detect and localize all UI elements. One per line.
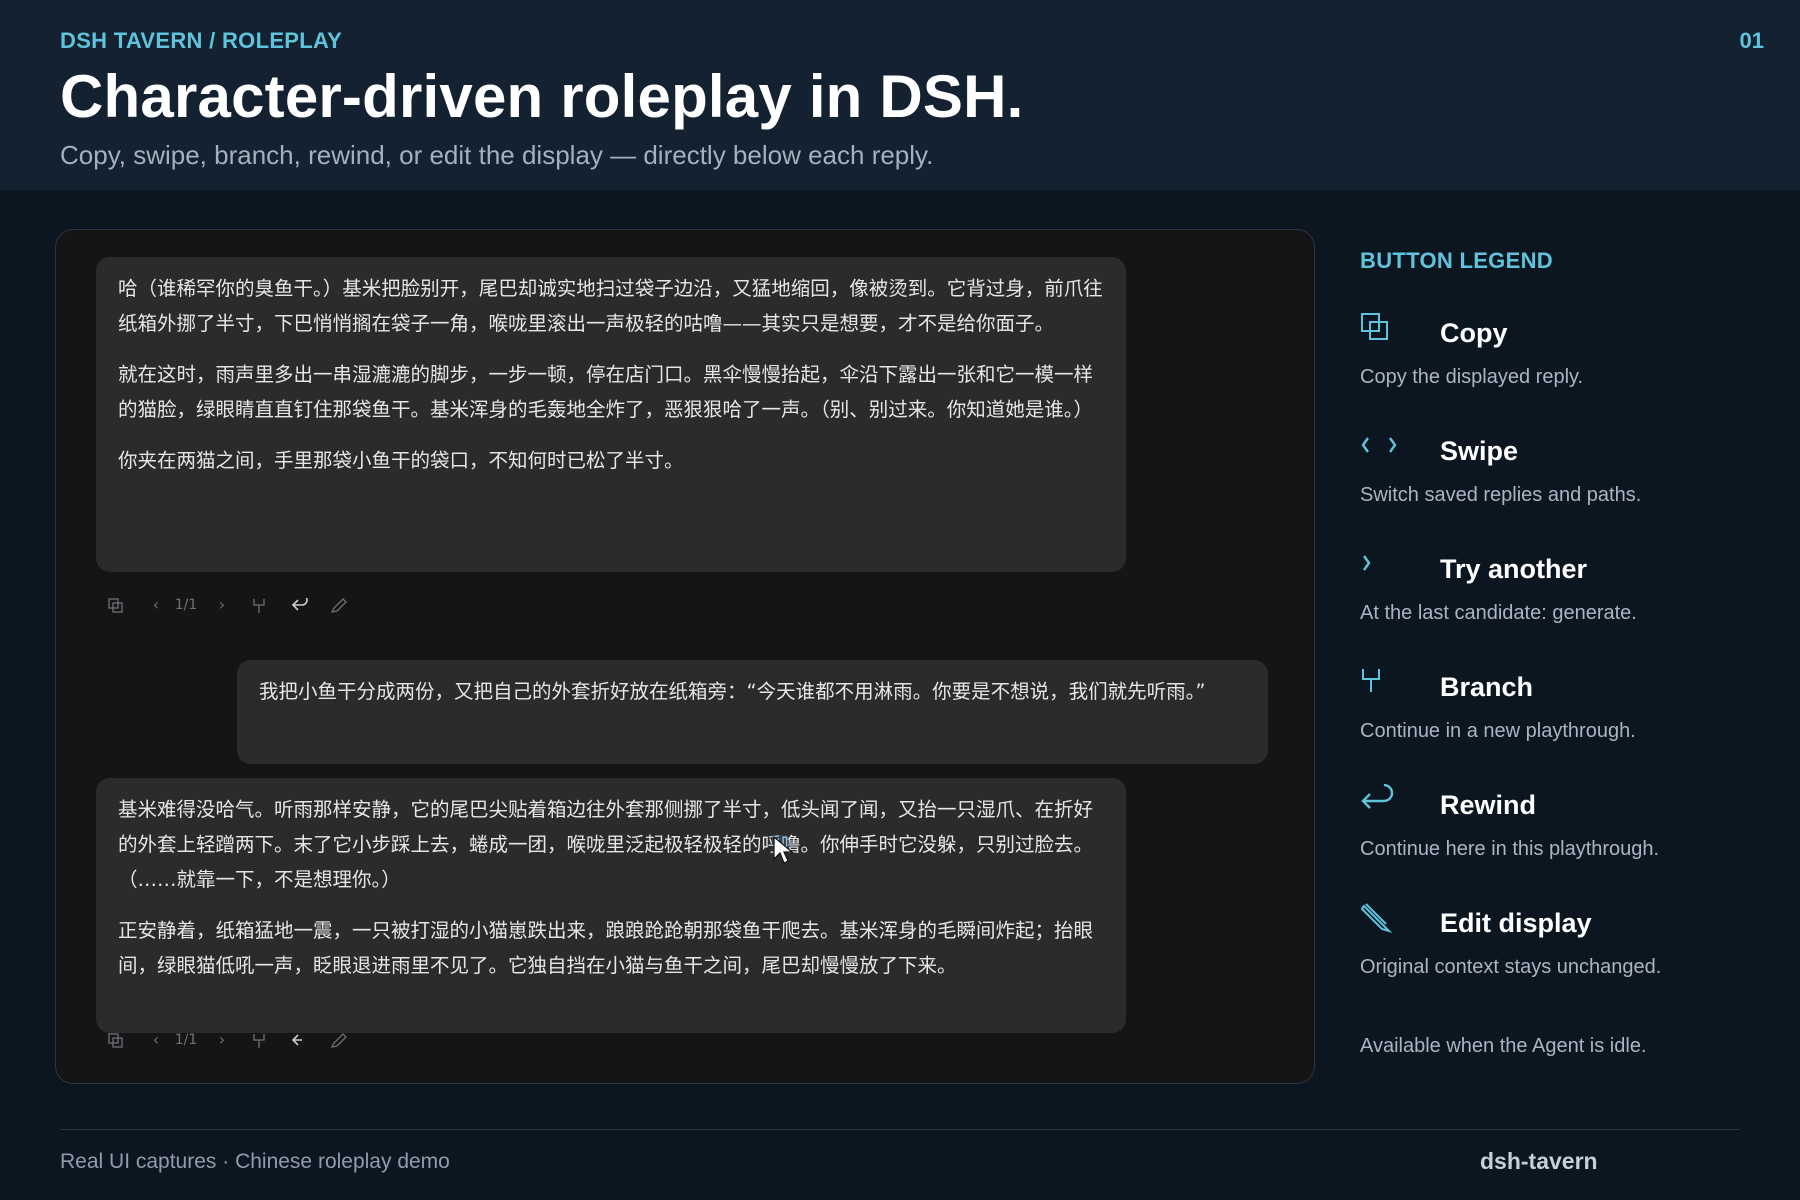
branch-icon[interactable] [249,1025,269,1055]
message-paragraph: 你夹在两猫之间，手里那袋小鱼干的袋口，不知何时已松了半寸。 [118,449,684,472]
copy-icon[interactable] [106,590,126,620]
legend-item-rewind: Rewind Continue here in this playthrough… [1360,783,1760,884]
message-paragraph: 哈（谁稀罕你的臭鱼干。）基米把脸别开，尾巴却诚实地扫过袋子边沿，又猛地缩回，像被… [118,277,1103,335]
chevron-right-icon[interactable]: › [212,1025,232,1055]
copy-icon[interactable] [106,1025,126,1055]
page-subtitle: Copy, swipe, branch, rewind, or edit the… [60,140,934,170]
message-paragraph: 就在这时，雨声里多出一串湿漉漉的脚步，一步一顿，停在店门口。黑伞慢慢抬起，伞沿下… [118,363,1094,421]
swipe-icon [1360,430,1397,464]
legend-label: Swipe [1440,436,1519,466]
legend-label: Copy [1440,318,1508,348]
branch-icon [1360,666,1394,700]
rewind-icon [1360,783,1394,818]
chevron-right-icon [1360,548,1394,582]
legend-desc: Copy the displayed reply. [1360,366,1584,388]
rewind-icon[interactable] [289,590,311,620]
legend-title: BUTTON LEGEND [1360,248,1553,273]
page-title: Character-driven roleplay in DSH. [60,63,1024,130]
legend-label: Branch [1440,672,1534,702]
footer-brand: dsh-tavern [1480,1148,1598,1174]
legend-label: Try another [1440,554,1588,584]
breadcrumb: DSH TAVERN / ROLEPLAY [60,28,343,53]
legend-desc: Original context stays unchanged. [1360,956,1662,978]
rewind-icon[interactable] [289,1025,311,1055]
chevron-right-icon[interactable]: › [212,590,232,620]
pencil-icon[interactable] [328,1025,350,1055]
legend-item-try-another: Try another At the last candidate: gener… [1360,548,1760,648]
legend-desc: At the last candidate: generate. [1360,602,1637,624]
footer-caption: Real UI captures · Chinese roleplay demo [60,1150,450,1173]
page-header: DSH TAVERN / ROLEPLAY 01 Character-drive… [0,0,1800,190]
message-paragraph: 正安静着，纸箱猛地一震，一只被打湿的小猫崽跌出来，踉踉跄跄朝那袋鱼干爬去。基米浑… [118,919,1094,977]
legend-item-copy: Copy Copy the displayed reply. [1360,312,1760,412]
legend-item-edit-display: Edit display Original context stays unch… [1360,902,1760,1002]
message-action-bar: ‹ 1/1 › [106,590,406,620]
swipe-counter: 1/1 [174,1032,198,1048]
message-paragraph: 基米难得没哈气。听雨那样安静，它的尾巴尖贴着箱边往外套那侧挪了半寸，低头闻了闻，… [118,798,1094,891]
chevron-left-icon[interactable]: ‹ [146,590,166,620]
swipe-counter: 1/1 [174,597,198,613]
character-message: 基米难得没哈气。听雨那样安静，它的尾巴尖贴着箱边往外套那侧挪了半寸，低头闻了闻，… [96,778,1126,1033]
pencil-icon[interactable] [328,590,350,620]
footer-divider [60,1129,1740,1130]
character-message: 哈（谁稀罕你的臭鱼干。）基米把脸别开，尾巴却诚实地扫过袋子边沿，又猛地缩回，像被… [96,257,1126,572]
legend-item-swipe: Swipe Switch saved replies and paths. [1360,430,1760,530]
legend-desc: Switch saved replies and paths. [1360,484,1642,506]
legend-desc: Continue in a new playthrough. [1360,720,1636,742]
message-action-bar: ‹ 1/1 › [106,1025,406,1055]
legend-label: Rewind [1440,790,1537,820]
copy-icon [1360,312,1394,346]
legend-item-branch: Branch Continue in a new playthrough. [1360,666,1760,766]
page-number: 01 [1739,28,1764,53]
message-paragraph: 我把小鱼干分成两份，又把自己的外套折好放在纸箱旁：“今天谁都不用淋雨。你要是不想… [259,680,1206,703]
chevron-left-icon[interactable]: ‹ [146,1025,166,1055]
legend-note: Available when the Agent is idle. [1360,1035,1647,1057]
user-message: 我把小鱼干分成两份，又把自己的外套折好放在纸箱旁：“今天谁都不用淋雨。你要是不想… [237,660,1268,764]
chat-panel: 哈（谁稀罕你的臭鱼干。）基米把脸别开，尾巴却诚实地扫过袋子边沿，又猛地缩回，像被… [55,229,1315,1084]
pencil-icon [1360,902,1394,936]
branch-icon[interactable] [249,590,269,620]
mouse-cursor-icon [766,831,798,872]
legend-label: Edit display [1440,908,1592,938]
legend-desc: Continue here in this playthrough. [1360,838,1660,860]
